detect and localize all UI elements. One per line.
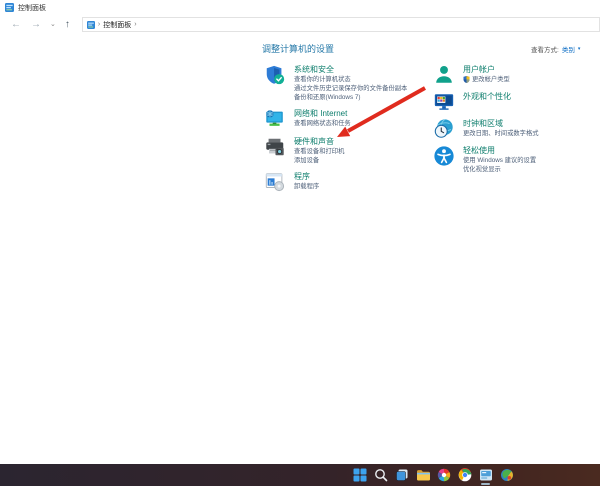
category-system-security-body: 系统和安全 查看你的计算机状态通过文件历史记录保存你的文件备份副本 备份和还原(Wi… (294, 64, 407, 102)
appearance-personalization-icon[interactable] (433, 91, 455, 113)
task-link-clock-region-0[interactable]: 更改日期、时间或数字格式 (463, 129, 539, 138)
up-icon[interactable]: ↑ (60, 19, 75, 30)
search-icon[interactable] (370, 464, 391, 486)
task-link-programs-0[interactable]: 卸载程序 (294, 182, 319, 191)
active-app-indicator (481, 483, 490, 485)
control-panel-window: 控制面板 ← → ⌄ ↑ › 控制面板 › 调整计算机的设置 查看方式: 类别 … (0, 0, 600, 486)
category-programs-body: 程序 卸载程序 (294, 171, 319, 193)
task-link-network-internet-0[interactable]: 查看网络状态和任务 (294, 119, 351, 128)
category-programs: 程序 卸载程序 (264, 171, 429, 193)
address-bar[interactable]: › 控制面板 › (81, 17, 600, 32)
breadcrumb-chevron[interactable]: › (134, 21, 136, 28)
task-link-system-security-2[interactable]: 备份和还原(Windows 7) (294, 93, 407, 102)
category-appearance-personalization: 外观和个性化 (433, 91, 593, 113)
category-ease-of-access: 轻松使用 使用 Windows 建议的设置 优化视觉显示 (433, 145, 593, 174)
task-link-label: 查看设备和打印机 (294, 148, 345, 155)
clock-region-icon[interactable] (433, 118, 455, 140)
color-wheel-app-icon[interactable] (433, 464, 454, 486)
category-network-internet: 网络和 Internet 查看网络状态和任务 (264, 108, 429, 130)
back-icon[interactable]: ← (6, 19, 26, 30)
chrome-icon[interactable] (454, 464, 475, 486)
task-link-label: 更改日期、时间或数字格式 (463, 130, 539, 137)
category-network-internet-body: 网络和 Internet 查看网络状态和任务 (294, 108, 351, 130)
breadcrumb-chevron: › (97, 21, 101, 28)
view-by-label: 查看方式: (531, 47, 559, 54)
categories-left-column: 系统和安全 查看你的计算机状态通过文件历史记录保存你的文件备份副本 备份和还原(Wi… (264, 64, 429, 199)
task-link-ease-of-access-0[interactable]: 使用 Windows 建议的设置 (463, 156, 536, 165)
category-title-programs[interactable]: 程序 (294, 172, 319, 182)
taskbar-icons (349, 464, 517, 486)
control-panel-home: 调整计算机的设置 查看方式: 类别 ▾ 系统和安全 查看你的计算机状态通过文件历史… (0, 36, 600, 464)
uac-shield-icon (463, 76, 470, 83)
category-appearance-personalization-body: 外观和个性化 (463, 91, 511, 113)
task-link-label: 备份和还原(Windows 7) (294, 94, 361, 101)
category-system-security: 系统和安全 查看你的计算机状态通过文件历史记录保存你的文件备份副本 备份和还原(Wi… (264, 64, 429, 102)
task-link-label: 通过文件历史记录保存你的文件备份副本 (294, 85, 408, 92)
programs-icon[interactable] (264, 171, 286, 193)
task-view-icon[interactable] (391, 464, 412, 486)
ease-of-access-icon[interactable] (433, 145, 455, 167)
categories-right-column: 用户帐户 更改帐户类型 外观和个性化 时钟和区域 更改日期、时间或数字格式 轻松使用 使用 … (433, 64, 593, 179)
breadcrumb-root[interactable]: 控制面板 (103, 20, 131, 30)
title-bar: 控制面板 (0, 0, 600, 15)
task-link-hardware-sound-0[interactable]: 查看设备和打印机 (294, 147, 344, 156)
control-panel-icon[interactable] (475, 464, 496, 486)
category-title-ease-of-access[interactable]: 轻松使用 (463, 146, 536, 156)
category-clock-region-body: 时钟和区域 更改日期、时间或数字格式 (463, 118, 539, 140)
control-panel-window-icon (5, 3, 14, 12)
task-link-label: 卸载程序 (294, 183, 320, 190)
category-user-accounts: 用户帐户 更改帐户类型 (433, 64, 593, 86)
category-title-system-security[interactable]: 系统和安全 (294, 65, 407, 75)
category-title-user-accounts[interactable]: 用户帐户 (463, 65, 510, 75)
category-ease-of-access-body: 轻松使用 使用 Windows 建议的设置 优化视觉显示 (463, 145, 536, 174)
task-link-label: 查看你的计算机状态 (294, 76, 351, 83)
category-title-network-internet[interactable]: 网络和 Internet (294, 109, 351, 119)
network-internet-icon[interactable] (264, 108, 286, 130)
task-link-system-security-0[interactable]: 查看你的计算机状态 (294, 75, 407, 84)
task-link-label: 使用 Windows 建议的设置 (463, 157, 537, 164)
navigation-bar: ← → ⌄ ↑ › 控制面板 › (0, 15, 600, 34)
category-title-appearance-personalization[interactable]: 外观和个性化 (463, 92, 511, 102)
category-clock-region: 时钟和区域 更改日期、时间或数字格式 (433, 118, 593, 140)
file-explorer-icon[interactable] (412, 464, 433, 486)
breadcrumb-control-panel-icon (86, 20, 95, 29)
view-by-control: 查看方式: 类别 ▾ (531, 44, 580, 54)
window-title: 控制面板 (18, 4, 46, 12)
category-hardware-sound-body: 硬件和声音 查看设备和打印机 添加设备 (294, 136, 344, 165)
view-by-value[interactable]: 类别 (562, 44, 575, 54)
task-link-label: 更改帐户类型 (472, 76, 510, 83)
category-title-clock-region[interactable]: 时钟和区域 (463, 119, 539, 129)
category-user-accounts-body: 用户帐户 更改帐户类型 (463, 64, 510, 86)
colorful-app-icon[interactable] (496, 464, 517, 486)
task-link-system-security-1[interactable]: 通过文件历史记录保存你的文件备份副本 (294, 84, 407, 93)
taskbar (0, 464, 600, 486)
category-title-hardware-sound[interactable]: 硬件和声音 (294, 137, 344, 147)
start-icon[interactable] (349, 464, 370, 486)
user-accounts-icon[interactable] (433, 64, 455, 86)
page-title: 调整计算机的设置 (262, 44, 335, 54)
system-security-icon[interactable] (264, 64, 286, 86)
history-dropdown-icon[interactable]: ⌄ (46, 21, 60, 28)
task-link-user-accounts-0[interactable]: 更改帐户类型 (463, 75, 510, 84)
hardware-sound-icon[interactable] (264, 136, 286, 158)
task-link-label: 添加设备 (294, 157, 320, 164)
task-link-ease-of-access-1[interactable]: 优化视觉显示 (463, 165, 536, 174)
task-link-hardware-sound-1[interactable]: 添加设备 (294, 156, 344, 165)
category-hardware-sound: 硬件和声音 查看设备和打印机 添加设备 (264, 136, 429, 165)
task-link-label: 查看网络状态和任务 (294, 120, 351, 127)
task-link-label: 优化视觉显示 (463, 166, 501, 173)
view-by-caret-icon[interactable]: ▾ (578, 46, 581, 52)
forward-icon[interactable]: → (26, 19, 46, 30)
